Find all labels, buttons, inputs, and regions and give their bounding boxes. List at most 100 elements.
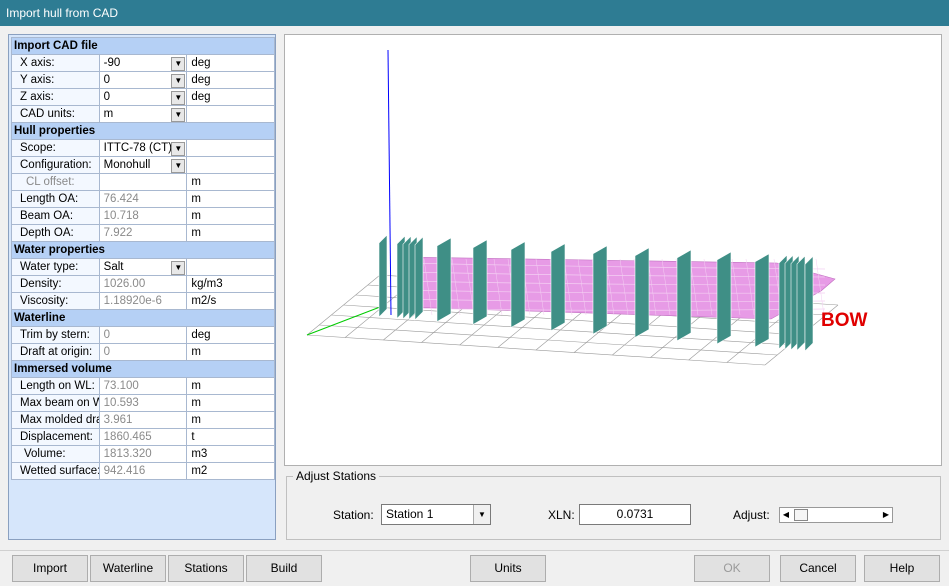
adjust-stations-label: Adjust Stations	[293, 469, 380, 483]
import-button[interactable]: Import	[12, 555, 88, 582]
adjust-label: Adjust:	[733, 508, 770, 522]
property-row: Max molded draft:3.961m	[11, 411, 275, 429]
property-label: Volume:	[11, 445, 100, 463]
property-unit	[186, 105, 275, 123]
property-unit: m	[186, 377, 275, 395]
property-row: Depth OA: 7.922 m	[11, 224, 275, 242]
bow-label: BOW	[821, 310, 868, 331]
section-title: Immersed volume	[11, 360, 275, 378]
combo-value: Salt	[103, 260, 124, 273]
combo-box[interactable]: Salt ▼	[103, 260, 186, 275]
combo-value: 0	[103, 90, 111, 103]
combo-value: Monohull	[103, 158, 151, 171]
xln-input[interactable]: 0.0731	[579, 504, 691, 525]
scroll-left-icon[interactable]: ◀	[780, 508, 792, 522]
hull-render: BOW	[306, 49, 868, 366]
adjust-slider[interactable]: ◀ ▶	[779, 507, 893, 523]
station-plane	[754, 253, 770, 348]
property-select[interactable]: Salt ▼	[98, 258, 188, 276]
property-select[interactable]: -90 ▼	[98, 54, 188, 72]
property-unit: m2/s	[186, 292, 275, 310]
hull-3d-viewer[interactable]: BOW	[284, 34, 942, 466]
station-label: Station:	[333, 508, 374, 522]
combo-value: ITTC-78 (CT)	[103, 141, 173, 154]
property-select[interactable]: 0 ▼	[98, 88, 188, 106]
property-unit: m	[186, 190, 275, 208]
property-label: Beam OA:	[11, 207, 100, 225]
property-value: 1026.00	[98, 275, 188, 293]
combo-box[interactable]: m ▼	[104, 107, 186, 122]
property-label: Water type:	[11, 258, 100, 276]
combo-box[interactable]: 0 ▼	[103, 73, 186, 88]
property-label: X axis:	[11, 54, 100, 72]
property-row: CL offset: m	[11, 173, 275, 191]
property-row: Draft at origin: 0 m	[11, 343, 275, 361]
chevron-down-icon[interactable]: ▼	[171, 158, 186, 173]
combo-box[interactable]: ITTC-78 (CT) ▼	[103, 141, 186, 156]
property-select[interactable]: Monohull ▼	[98, 156, 188, 174]
combo-value: 0	[103, 73, 111, 86]
z-axis-line	[387, 49, 392, 316]
waterline-button[interactable]: Waterline	[90, 555, 166, 582]
property-value: 1813.320	[98, 445, 188, 463]
combo-box[interactable]: 0 ▼	[103, 90, 186, 105]
station-plane	[510, 241, 526, 329]
property-unit: m3	[186, 445, 275, 463]
section-header: Waterline	[11, 309, 275, 327]
property-unit: m	[186, 343, 275, 361]
station-plane	[716, 251, 732, 345]
property-row: Configuration: Monohull ▼	[11, 156, 275, 174]
station-plane	[676, 249, 692, 342]
slider-thumb[interactable]	[794, 509, 808, 521]
chevron-down-icon[interactable]: ▼	[171, 141, 186, 156]
property-select[interactable]: ITTC-78 (CT) ▼	[98, 139, 188, 157]
build-button[interactable]: Build	[246, 555, 322, 582]
section-header: Immersed volume	[11, 360, 275, 378]
station-plane	[804, 255, 814, 352]
chevron-down-icon[interactable]: ▼	[171, 260, 186, 275]
property-select[interactable]: m ▼	[98, 105, 188, 123]
properties-panel: Import CAD file X axis: -90 ▼ deg Y axis: 0 ▼ de…	[8, 34, 276, 540]
property-unit: deg	[186, 326, 275, 344]
property-unit: m	[186, 394, 275, 412]
property-label: Viscosity:	[11, 292, 100, 310]
cancel-button[interactable]: Cancel	[780, 555, 856, 582]
property-row: Y axis: 0 ▼ deg	[11, 71, 275, 89]
station-plane	[550, 243, 566, 332]
property-unit: m	[186, 224, 275, 242]
property-value: 0	[98, 343, 188, 361]
property-unit: m2	[186, 462, 275, 480]
chevron-down-icon[interactable]: ▼	[171, 90, 186, 105]
property-row: Wetted surface: 942.416 m2	[11, 462, 275, 480]
property-row: Volume: 1813.320 m3	[11, 445, 275, 463]
station-plane	[634, 247, 650, 338]
property-value	[98, 173, 188, 191]
property-label: CAD units:	[11, 105, 100, 123]
chevron-down-icon[interactable]: ▼	[473, 505, 490, 524]
units-button[interactable]: Units	[470, 555, 546, 582]
property-value: 10.718	[98, 207, 188, 225]
window-title: Import hull from CAD	[0, 0, 949, 26]
property-row: Z axis: 0 ▼ deg	[11, 88, 275, 106]
chevron-down-icon[interactable]: ▼	[171, 107, 186, 122]
station-plane	[796, 255, 806, 352]
property-label: Displacement:	[11, 428, 100, 446]
combo-box[interactable]: -90 ▼	[104, 56, 186, 71]
combo-box[interactable]: Monohull ▼	[103, 158, 186, 173]
property-unit: m	[186, 207, 275, 225]
property-row: Length OA: 76.424 m	[11, 190, 275, 208]
button-bar: Import Waterline Stations Build Units OK…	[0, 550, 949, 586]
ok-button[interactable]: OK	[694, 555, 770, 582]
property-select[interactable]: 0 ▼	[98, 71, 188, 89]
chevron-down-icon[interactable]: ▼	[171, 73, 186, 88]
property-row: Trim by stern: 0 deg	[11, 326, 275, 344]
station-plane	[436, 237, 452, 323]
help-button[interactable]: Help	[864, 555, 940, 582]
scroll-right-icon[interactable]: ▶	[880, 508, 892, 522]
chevron-down-icon[interactable]: ▼	[171, 56, 186, 71]
property-label: Y axis:	[11, 71, 100, 89]
station-plane	[472, 239, 488, 326]
station-select[interactable]: Station 1 ▼	[381, 504, 491, 525]
property-unit: m	[186, 173, 275, 191]
stations-button[interactable]: Stations	[168, 555, 244, 582]
